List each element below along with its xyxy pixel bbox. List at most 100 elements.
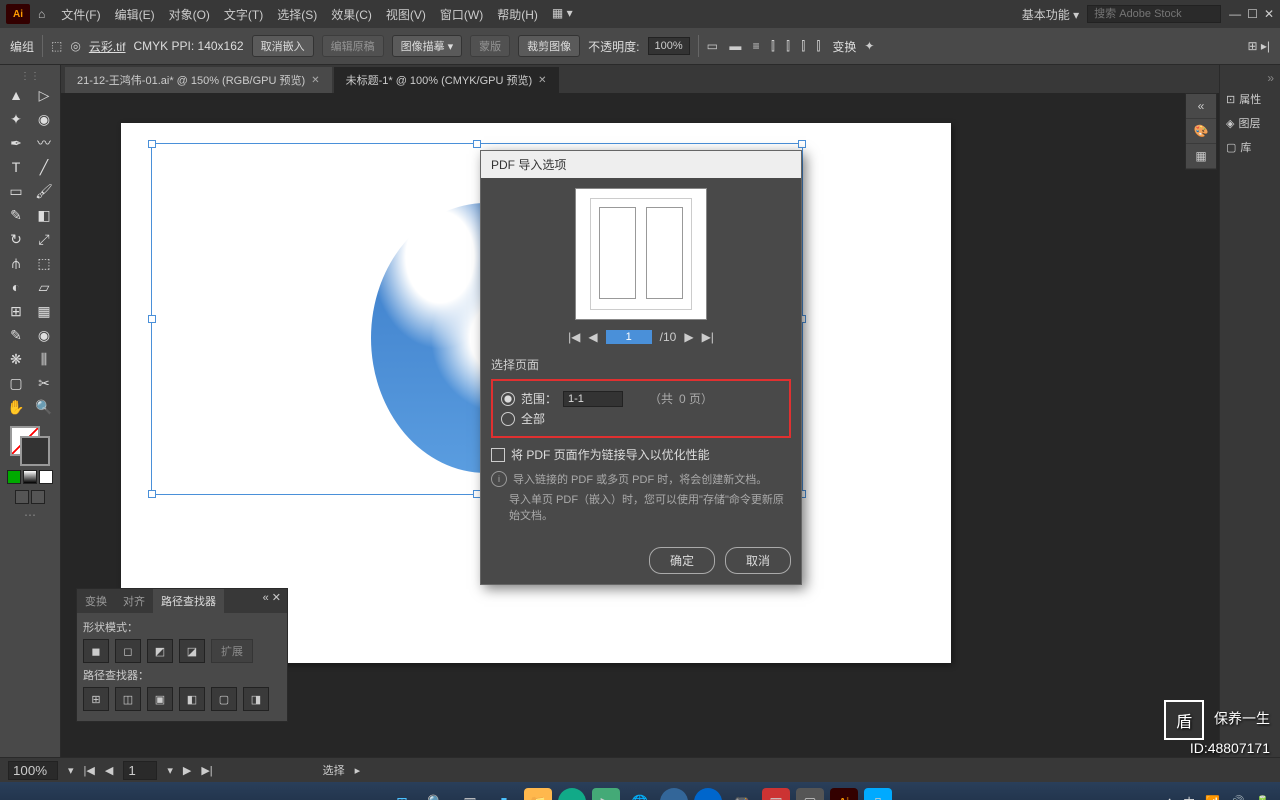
scale-tool[interactable]: ⤢ <box>31 228 57 250</box>
page-number-input[interactable] <box>606 330 652 344</box>
rotate-tool[interactable]: ↻ <box>3 228 29 250</box>
direct-selection-tool[interactable]: ▷ <box>31 84 57 106</box>
app-icon-3[interactable] <box>694 788 722 800</box>
search-stock-input[interactable] <box>1087 5 1221 23</box>
trim-button[interactable]: ◫ <box>115 687 141 711</box>
tab-transform[interactable]: 变换 <box>77 589 115 613</box>
target-icon[interactable]: ◎ <box>70 39 80 53</box>
mesh-tool[interactable]: ⊞ <box>3 300 29 322</box>
chrome-icon[interactable]: 🌐 <box>626 788 654 800</box>
tab-align[interactable]: 对齐 <box>115 589 153 613</box>
perspective-tool[interactable]: ▱ <box>31 276 57 298</box>
arrange-icon[interactable]: ▦ ▾ <box>552 6 573 23</box>
menu-view[interactable]: 视图(V) <box>386 6 426 23</box>
selection-tool[interactable]: ▲ <box>3 84 29 106</box>
linked-filename[interactable]: 云彩.tif <box>89 38 126 55</box>
close-button[interactable]: ✕ <box>1264 7 1274 21</box>
zoom-tool[interactable]: 🔍 <box>31 396 57 418</box>
artboard-tool[interactable]: ▢ <box>3 372 29 394</box>
link-checkbox[interactable] <box>491 448 505 462</box>
cancel-embed-button[interactable]: 取消嵌入 <box>252 35 314 57</box>
artboard-next-icon[interactable]: ▶ <box>183 764 191 777</box>
maximize-button[interactable]: ☐ <box>1247 7 1258 21</box>
hand-tool[interactable]: ✋ <box>3 396 29 418</box>
effects-icon[interactable]: ✦ <box>864 39 874 53</box>
last-page-icon[interactable]: ▶| <box>702 330 714 344</box>
color-mode-buttons[interactable] <box>7 470 53 484</box>
app-icon-1[interactable]: ▶ <box>592 788 620 800</box>
menu-type[interactable]: 文字(T) <box>224 6 263 23</box>
app-icon-6[interactable]: ▢ <box>796 788 824 800</box>
minus-back-button[interactable]: ◨ <box>243 687 269 711</box>
task-view-icon[interactable]: ▦ <box>456 788 484 800</box>
range-input[interactable] <box>563 391 623 407</box>
app-icon-4[interactable]: 🎮 <box>728 788 756 800</box>
toolbox-drag-handle[interactable]: ⋮⋮ <box>0 69 60 84</box>
image-trace-button[interactable]: 图像描摹 ▾ <box>392 35 463 57</box>
menu-select[interactable]: 选择(S) <box>277 6 317 23</box>
prev-page-icon[interactable]: ◀ <box>588 330 597 344</box>
artboard-dropdown-icon[interactable]: ▾ <box>167 764 173 777</box>
panel-menu-icon[interactable]: « ✕ <box>257 589 287 613</box>
divide-button[interactable]: ⊞ <box>83 687 109 711</box>
tab-doc-1[interactable]: 21-12-王鸿伟-01.ai* @ 150% (RGB/GPU 预览)✕ <box>65 67 332 93</box>
tray-chevron-icon[interactable]: ˄ <box>1166 795 1173 800</box>
home-icon[interactable]: ⌂ <box>38 7 45 21</box>
first-page-icon[interactable]: |◀ <box>568 330 580 344</box>
range-radio[interactable] <box>501 392 515 406</box>
slice-tool[interactable]: ✂ <box>31 372 57 394</box>
all-radio[interactable] <box>501 412 515 426</box>
floating-color-panel[interactable]: « 🎨 ▦ <box>1185 93 1217 170</box>
opacity-input[interactable]: 100% <box>648 37 690 55</box>
outline-button[interactable]: ▢ <box>211 687 237 711</box>
workspace-switcher[interactable]: 基本功能 ▾ <box>1022 6 1079 23</box>
search-icon[interactable]: 🔍 <box>422 788 450 800</box>
magic-wand-tool[interactable]: ✦ <box>3 108 29 130</box>
rectangle-tool[interactable]: ▭ <box>3 180 29 202</box>
paintbrush-tool[interactable]: 🖌 <box>31 180 57 202</box>
transform-label[interactable]: 变换 <box>832 38 856 55</box>
color-panel-icon[interactable]: 🎨 <box>1186 119 1216 144</box>
battery-icon[interactable]: 🔋 <box>1255 795 1270 800</box>
tab-doc-2[interactable]: 未标题-1* @ 100% (CMYK/GPU 预览)✕ <box>334 67 559 93</box>
widgets-icon[interactable]: ▮ <box>490 788 518 800</box>
minus-front-button[interactable]: ◻ <box>115 639 141 663</box>
panel-collapse-icon[interactable]: « <box>1186 94 1216 119</box>
start-button[interactable]: ⊞ <box>388 788 416 800</box>
zoom-dropdown-icon[interactable]: ▾ <box>68 764 74 777</box>
app-icon-2[interactable] <box>660 788 688 800</box>
gradient-tool[interactable]: ▦ <box>31 300 57 322</box>
close-icon[interactable]: ✕ <box>538 75 546 86</box>
close-icon[interactable]: ✕ <box>311 75 319 86</box>
app-icon-5[interactable]: ▦ <box>762 788 790 800</box>
next-page-icon[interactable]: ▶ <box>684 330 693 344</box>
exclude-button[interactable]: ◪ <box>179 639 205 663</box>
zoom-input[interactable] <box>8 761 58 780</box>
eraser-tool[interactable]: ◧ <box>31 204 57 226</box>
libraries-panel-button[interactable]: ▢库 <box>1220 135 1280 159</box>
wifi-icon[interactable]: 📶 <box>1205 795 1220 800</box>
embed-icon[interactable]: ⬚ <box>51 39 62 53</box>
screen-mode-buttons[interactable] <box>15 490 45 504</box>
eyedropper-tool[interactable]: ✎ <box>3 324 29 346</box>
menu-edit[interactable]: 编辑(E) <box>115 6 155 23</box>
blend-tool[interactable]: ◉ <box>31 324 57 346</box>
menu-effect[interactable]: 效果(C) <box>331 6 372 23</box>
shaper-tool[interactable]: ✎ <box>3 204 29 226</box>
curvature-tool[interactable]: 〰 <box>31 132 57 154</box>
app-icon-7[interactable]: ▯ <box>864 788 892 800</box>
crop-button[interactable]: 裁剪图像 <box>518 35 580 57</box>
merge-button[interactable]: ▣ <box>147 687 173 711</box>
fill-stroke-swatch[interactable] <box>10 426 50 466</box>
crop-pf-button[interactable]: ◧ <box>179 687 205 711</box>
line-tool[interactable]: ╱ <box>31 156 57 178</box>
swatches-panel-icon[interactable]: ▦ <box>1186 144 1216 169</box>
menu-file[interactable]: 文件(F) <box>61 6 100 23</box>
width-tool[interactable]: ⫛ <box>3 252 29 274</box>
artboard-first-icon[interactable]: |◀ <box>84 764 95 777</box>
unite-button[interactable]: ◼ <box>83 639 109 663</box>
minimize-button[interactable]: — <box>1229 7 1241 21</box>
explorer-icon[interactable]: 📁 <box>524 788 552 800</box>
edge-icon[interactable] <box>558 788 586 800</box>
expand-panels-icon[interactable]: » <box>1220 69 1280 87</box>
